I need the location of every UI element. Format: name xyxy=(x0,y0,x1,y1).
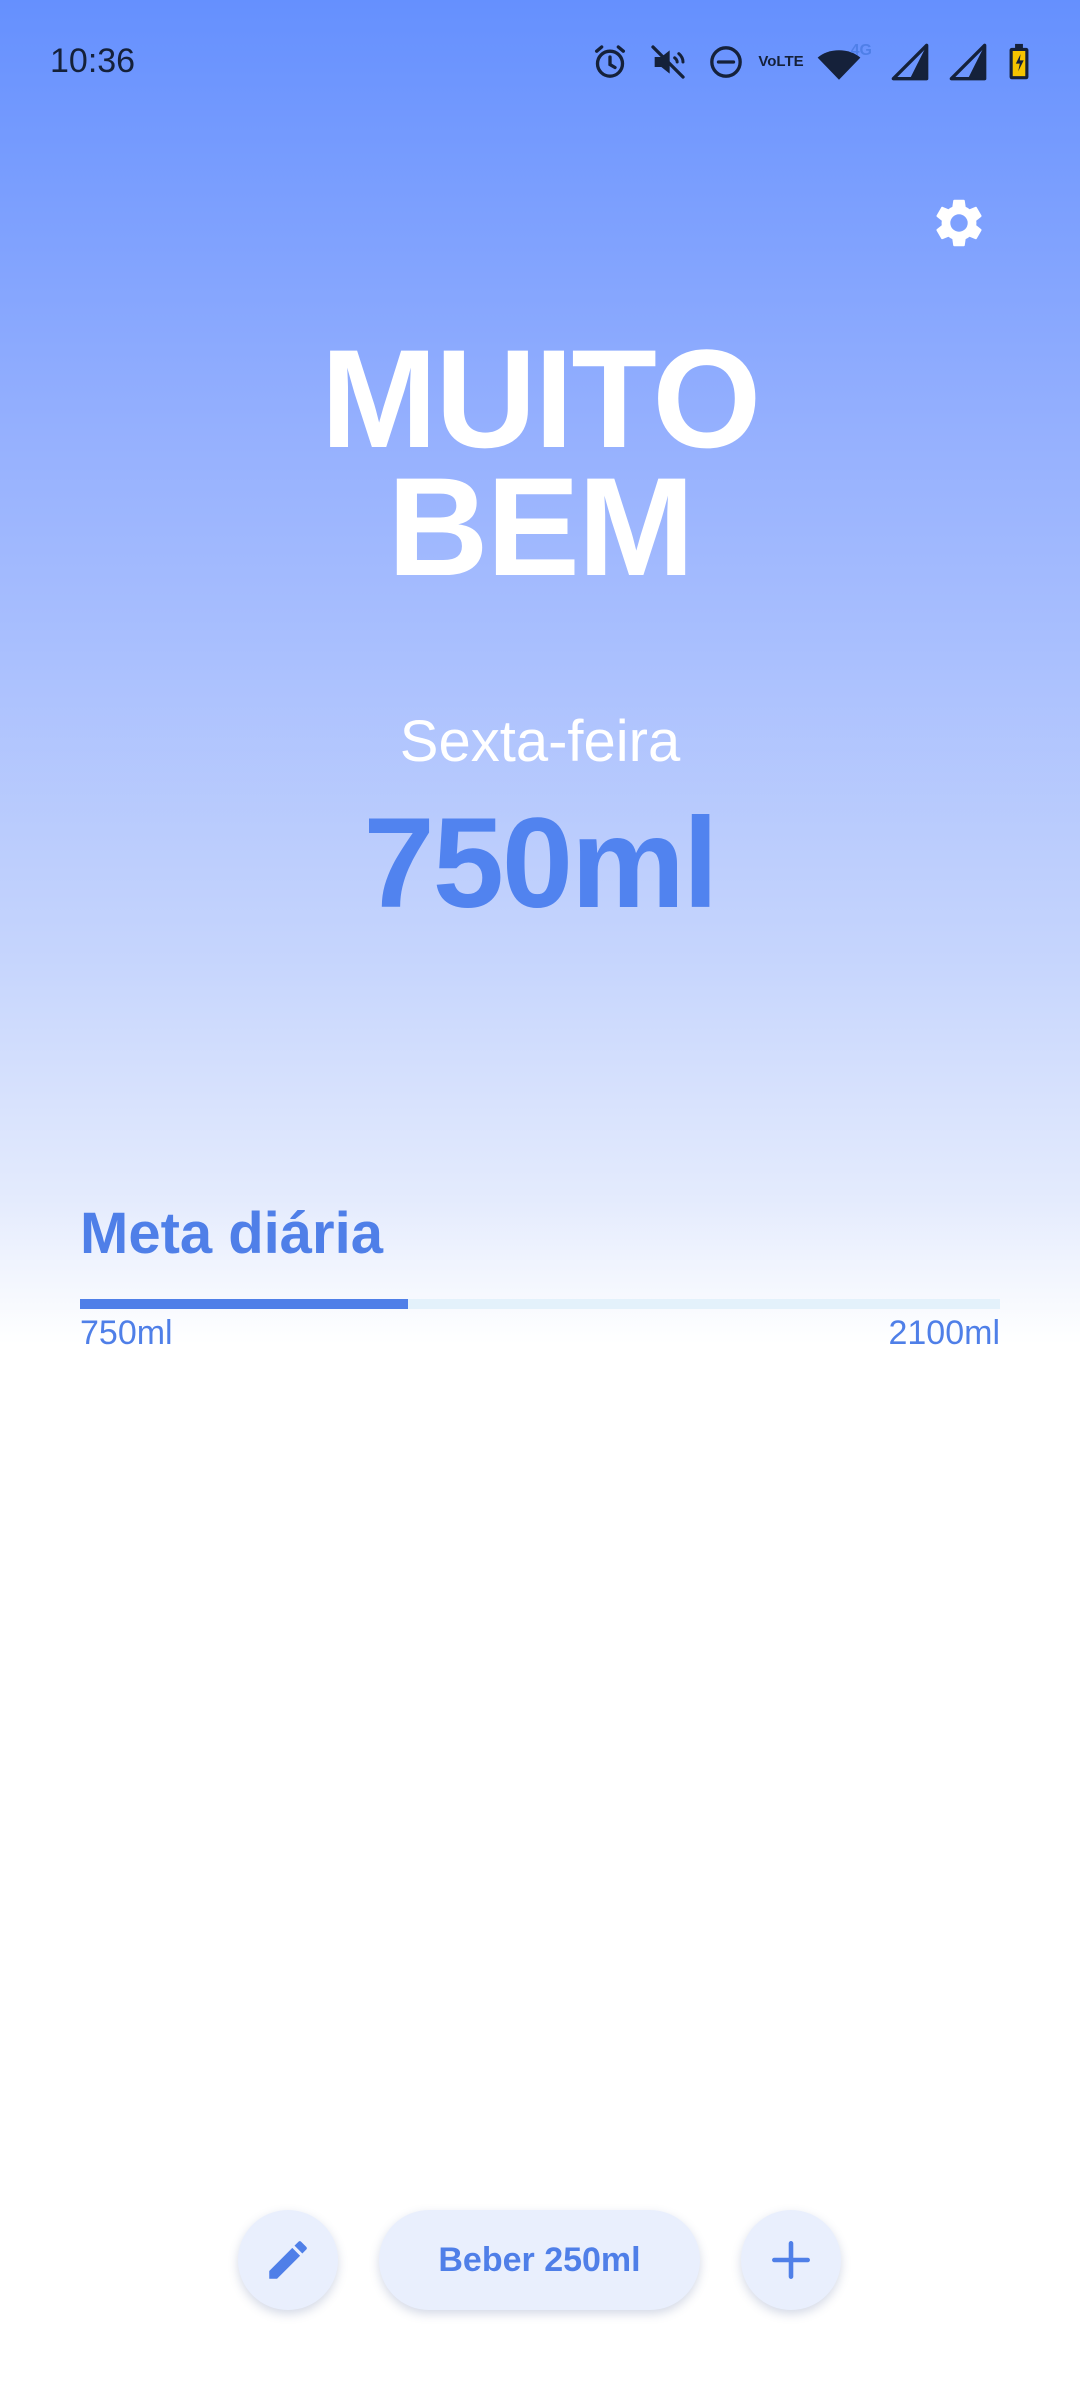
plus-icon xyxy=(772,2241,810,2279)
network-tag: 4G xyxy=(850,42,872,59)
status-message-line-2: BEM xyxy=(387,448,694,605)
status-bar: 10:36 Vo LTE 4G xyxy=(0,0,1080,125)
wifi-icon: 4G xyxy=(816,42,872,82)
volte-icon: Vo LTE xyxy=(758,54,803,70)
dnd-icon xyxy=(706,42,746,82)
day-label: Sexta-feira xyxy=(399,709,681,774)
signal-icon xyxy=(890,42,930,82)
goal-current-label: 750ml xyxy=(80,1314,173,1352)
status-message: MUITO BEM xyxy=(0,320,1080,605)
volte-label-top: Vo xyxy=(758,53,777,70)
consumed-amount: 750ml xyxy=(363,792,719,935)
volte-label-bottom: LTE xyxy=(776,53,804,70)
edit-button[interactable] xyxy=(238,2210,338,2310)
daily-goal-progress-track xyxy=(80,1299,1000,1309)
status-time: 10:36 xyxy=(50,42,136,80)
alarm-icon xyxy=(590,42,630,82)
daily-goal-progress-fill xyxy=(80,1299,409,1309)
settings-button[interactable] xyxy=(922,186,996,260)
goal-target-label: 2100ml xyxy=(888,1314,1000,1352)
pencil-icon xyxy=(269,2241,307,2279)
status-message-line-1: MUITO xyxy=(320,320,762,477)
add-button[interactable] xyxy=(741,2210,841,2310)
gear-icon xyxy=(936,199,982,247)
status-icons: Vo LTE 4G xyxy=(590,42,1032,82)
signal-icon xyxy=(948,42,988,82)
battery-charging-icon xyxy=(1006,42,1032,82)
mute-icon xyxy=(648,42,688,82)
daily-goal-title: Meta diária xyxy=(80,1201,383,1266)
drink-button[interactable]: Beber 250ml xyxy=(379,2210,700,2310)
